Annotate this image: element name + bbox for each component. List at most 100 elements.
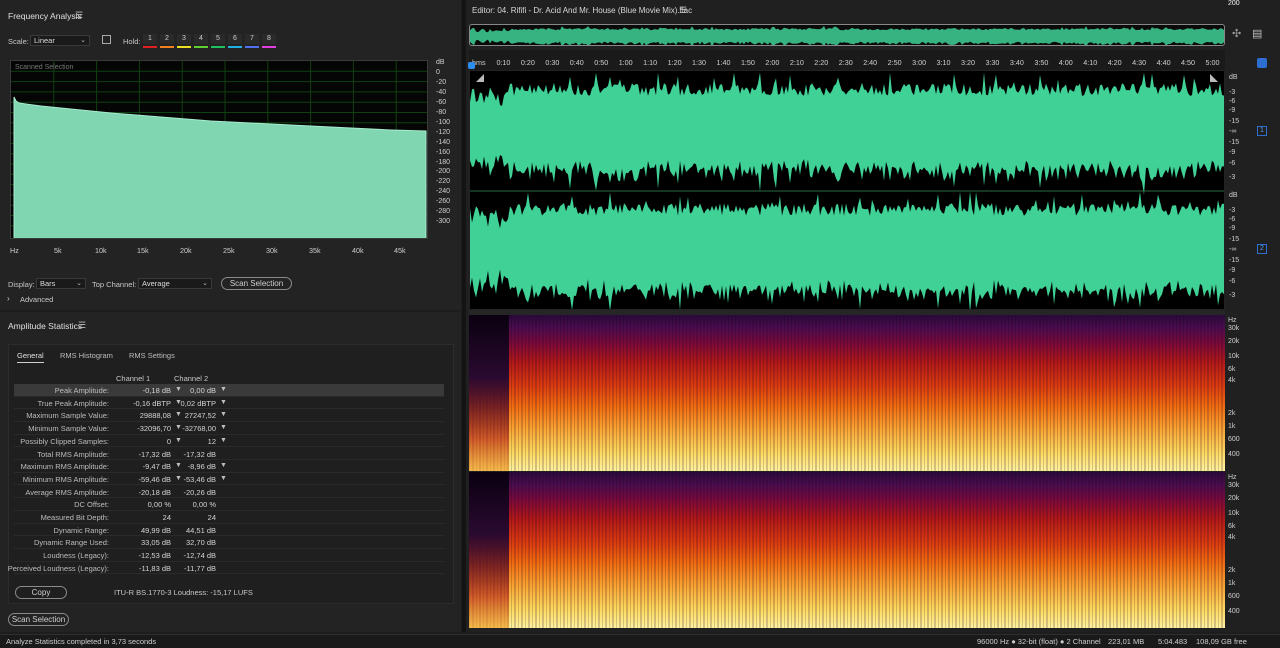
spectrogram-hz-tick: 20k [1228,338,1240,345]
channel-1-value[interactable]: -12,53 dB [114,551,171,560]
frequency-scan-selection-button[interactable]: Scan Selection [221,277,292,290]
time-tick: 4:30 [1132,58,1147,67]
hold-button-1[interactable]: 1 [143,34,157,44]
channel-1-label[interactable]: 1 [1257,126,1267,136]
channel-2-value[interactable]: -20,26 dB [174,488,216,497]
waveform-db-tick: -6 [1229,216,1236,223]
hold-button-4[interactable]: 4 [194,34,208,44]
channel-2-value[interactable]: -17,32 dB [174,450,216,459]
goto-marker-icon[interactable]: ▼ [175,424,182,431]
frequency-hz-tick: 5k [54,246,62,255]
channel-1-value[interactable]: -0,16 dBTP [114,399,171,408]
display-select[interactable]: Bars ⌄ [36,278,86,289]
scale-select[interactable]: Linear ⌄ [30,35,90,46]
channel-2-waveform [470,191,1224,309]
goto-marker-icon[interactable]: ▼ [175,462,182,469]
tab-rms-histogram[interactable]: RMS Histogram [60,351,113,360]
zoom-icon[interactable]: ✣ [1232,27,1241,40]
waveform-db-tick: -6 [1229,160,1236,167]
advanced-toggle[interactable]: Advanced [20,295,53,304]
copy-button[interactable]: Copy [15,586,67,599]
goto-marker-icon[interactable]: ▼ [220,475,227,482]
scale-label: Scale: [8,37,29,46]
waveform-db-tick: -15 [1229,118,1240,125]
waveform-overview[interactable] [469,24,1225,46]
channel-1-value[interactable]: -11,83 dB [114,564,171,573]
goto-marker-icon[interactable]: ▼ [175,437,182,444]
tab-rms-settings[interactable]: RMS Settings [129,351,175,360]
channel-1-value[interactable]: -17,32 dB [114,450,171,459]
channel-1-value[interactable]: -9,47 dB [114,462,171,471]
table-row: Total RMS Amplitude: -17,32 dB -17,32 dB [14,448,444,461]
channel-1-value[interactable]: -59,46 dB [114,475,171,484]
goto-marker-icon[interactable]: ▼ [175,386,182,393]
tab-general[interactable]: General [17,351,44,363]
channel-1-value[interactable]: -32096,70 [114,424,171,433]
hold-button-2[interactable]: 2 [160,34,174,44]
time-tick: 4:40 [1156,58,1171,67]
goto-marker-icon[interactable]: ▼ [175,411,182,418]
spectrogram-intro [469,315,509,471]
goto-marker-icon[interactable]: ▼ [175,399,182,406]
advanced-chevron-icon[interactable]: › [7,294,10,303]
overview-waveform [470,26,1224,45]
channel-1-value[interactable]: 29888,08 [114,411,171,420]
stat-label: Peak Amplitude: [54,386,109,395]
scale-value: Linear [34,36,55,45]
goto-marker-icon[interactable]: ▼ [220,411,227,418]
spectrogram-channel-2[interactable] [469,472,1225,628]
playhead-icon[interactable] [468,62,475,69]
list-icon[interactable]: ▤ [1252,27,1262,40]
frequency-hz-tick: 30k [266,246,278,255]
channel-1-value[interactable]: -0,18 dB [114,386,171,395]
hold-button-6[interactable]: 6 [228,34,242,44]
goto-marker-icon[interactable]: ▼ [220,437,227,444]
free-space: 108,09 GB free [1196,637,1247,646]
waveform-db-tick: -3 [1229,174,1236,181]
channel-1-value[interactable]: -20,18 dB [114,488,171,497]
waveform-db-tick: -15 [1229,236,1240,243]
stats-scan-selection-button[interactable]: Scan Selection [8,613,69,626]
headphones-icon[interactable] [1257,58,1267,68]
channel-1-value[interactable]: 33,05 dB [114,538,171,547]
channel-1-value[interactable]: 49,99 dB [114,526,171,535]
channel-2-value[interactable]: 24 [174,513,216,522]
waveform-db-tick: -9 [1229,267,1236,274]
hold-button-8[interactable]: 8 [262,34,276,44]
spectrogram-hz-tick: 600 [1228,593,1240,600]
spectrogram-intro [469,472,509,628]
hold-button-3[interactable]: 3 [177,34,191,44]
hold-color-swatch [228,46,242,48]
panel-menu-icon[interactable]: ☰ [78,320,86,331]
channel-1-value[interactable]: 0 [114,437,171,446]
time-tick: 2:30 [838,58,853,67]
lock-to-selection-icon[interactable] [102,35,111,44]
channel-2-value[interactable]: 0,00 % [174,500,216,509]
spectrogram-channel-1[interactable] [469,315,1225,471]
channel-2-value[interactable]: 32,70 dB [174,538,216,547]
channel-1-value[interactable]: 0,00 % [114,500,171,509]
table-row: Average RMS Amplitude: -20,18 dB -20,26 dB [14,486,444,499]
hold-button-7[interactable]: 7 [245,34,259,44]
panel-menu-icon[interactable]: ☰ [679,5,687,16]
goto-marker-icon[interactable]: ▼ [220,399,227,406]
time-tick: 0:10 [496,58,511,67]
hold-button-5[interactable]: 5 [211,34,225,44]
spectrogram-hz-tick: 4k [1228,377,1236,384]
goto-marker-icon[interactable]: ▼ [220,386,227,393]
goto-marker-icon[interactable]: ▼ [220,424,227,431]
frequency-db-tick: -80 [436,108,447,116]
panel-menu-icon[interactable]: ☰ [75,10,83,21]
goto-marker-icon[interactable]: ▼ [175,475,182,482]
channel-2-label[interactable]: 2 [1257,244,1267,254]
channel-2-value[interactable]: 44,51 dB [174,526,216,535]
stat-label: Dynamic Range: [53,525,109,535]
channel-2-value[interactable]: -11,77 dB [174,564,216,573]
channel-1-value[interactable]: 24 [114,513,171,522]
table-row: Perceived Loudness (Legacy): -11,83 dB -11… [8,562,444,575]
goto-marker-icon[interactable]: ▼ [220,462,227,469]
waveform-db-tick: -3 [1229,89,1236,96]
channel-2-value[interactable]: -12,74 dB [174,551,216,560]
top-channel-select[interactable]: Average ⌄ [138,278,212,289]
waveform-area[interactable] [469,70,1225,310]
